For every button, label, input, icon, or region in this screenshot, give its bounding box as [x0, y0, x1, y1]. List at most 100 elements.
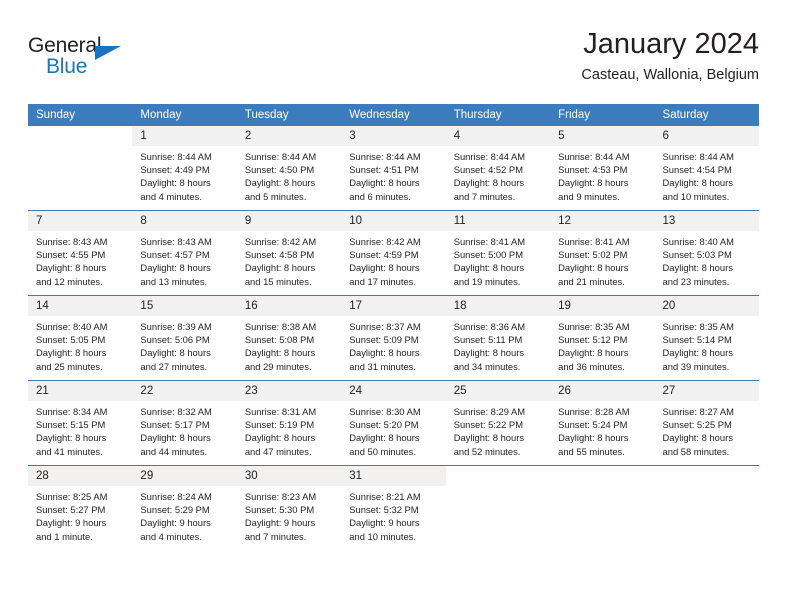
sunset-time: Sunset: 5:27 PM [36, 504, 106, 516]
page-header: General Blue January 2024 Casteau, Wallo… [28, 26, 759, 98]
day-details: Sunrise: 8:30 AM Sunset: 5:20 PM Daylight:… [341, 401, 445, 458]
daylight-duration-line1: Daylight: 8 hours [349, 432, 420, 444]
day-number: 5 [550, 126, 655, 146]
day-number: 24 [341, 381, 446, 401]
calendar-day-cell[interactable]: 22 Sunrise: 8:32 AM Sunset: 5:17 PM Dayligh… [132, 380, 237, 466]
sunrise-time: Sunrise: 8:38 AM [244, 321, 317, 332]
calendar-day-cell[interactable]: 6 Sunrise: 8:44 AM Sunset: 4:54 PM Daylight… [654, 126, 759, 211]
day-details: Sunrise: 8:31 AM Sunset: 5:19 PM Daylight:… [237, 401, 341, 458]
day-details: Sunrise: 8:37 AM Sunset: 5:09 PM Daylight:… [341, 316, 445, 373]
day-cell-body: 9 Sunrise: 8:42 AM Sunset: 4:58 PM Daylight… [236, 211, 342, 295]
daylight-duration-line2: and 27 minutes. [140, 360, 208, 372]
day-details: Sunrise: 8:39 AM Sunset: 5:06 PM Daylight:… [132, 316, 236, 373]
calendar-day-cell[interactable]: 16 Sunrise: 8:38 AM Sunset: 5:08 PM Dayligh… [236, 295, 342, 381]
sunset-time: Sunset: 4:53 PM [558, 164, 628, 176]
day-number [654, 466, 759, 486]
sunset-time: Sunset: 5:02 PM [558, 249, 628, 261]
calendar-day-cell[interactable]: 7 Sunrise: 8:43 AM Sunset: 4:55 PM Daylight… [28, 210, 133, 296]
daylight-duration-line2: and 5 minutes. [244, 190, 307, 202]
day-cell-body: 26 Sunrise: 8:28 AM Sunset: 5:24 PM Dayligh… [550, 381, 655, 465]
day-details: Sunrise: 8:42 AM Sunset: 4:59 PM Daylight:… [341, 231, 445, 288]
calendar-day-cell[interactable]: 23 Sunrise: 8:31 AM Sunset: 5:19 PM Dayligh… [236, 380, 342, 466]
calendar-day-cell[interactable]: 30 Sunrise: 8:23 AM Sunset: 5:30 PM Dayligh… [236, 465, 342, 550]
sunset-time: Sunset: 5:06 PM [140, 334, 210, 346]
daylight-duration-line1: Daylight: 8 hours [140, 432, 211, 444]
page-title: January 2024 [583, 28, 759, 60]
day-number: 28 [28, 466, 133, 486]
calendar-day-cell[interactable]: 15 Sunrise: 8:39 AM Sunset: 5:06 PM Dayligh… [132, 295, 237, 381]
daylight-duration-line1: Daylight: 8 hours [349, 347, 420, 359]
calendar-day-cell[interactable]: 26 Sunrise: 8:28 AM Sunset: 5:24 PM Dayligh… [550, 380, 655, 466]
sunset-time: Sunset: 5:20 PM [349, 419, 419, 431]
logo-text-blue: Blue [46, 55, 88, 78]
day-number: 1 [132, 126, 237, 146]
sunrise-time: Sunrise: 8:40 AM [36, 321, 108, 332]
day-details: Sunrise: 8:42 AM Sunset: 4:58 PM Daylight:… [237, 231, 341, 288]
sunrise-time: Sunrise: 8:44 AM [244, 151, 317, 162]
daylight-duration-line1: Daylight: 8 hours [244, 347, 316, 359]
calendar-day-cell[interactable]: 4 Sunrise: 8:44 AM Sunset: 4:52 PM Daylight… [445, 126, 551, 211]
daylight-duration-line2: and 52 minutes. [453, 445, 521, 457]
calendar-day-cell[interactable]: 19 Sunrise: 8:35 AM Sunset: 5:12 PM Dayligh… [550, 295, 655, 381]
calendar-day-cell[interactable]: 18 Sunrise: 8:36 AM Sunset: 5:11 PM Dayligh… [445, 295, 551, 381]
day-cell-body: 23 Sunrise: 8:31 AM Sunset: 5:19 PM Dayligh… [236, 381, 342, 465]
day-cell-body: 20 Sunrise: 8:35 AM Sunset: 5:14 PM Dayligh… [654, 296, 759, 380]
calendar-day-cell[interactable]: 13 Sunrise: 8:40 AM Sunset: 5:03 PM Dayligh… [654, 210, 759, 296]
sunrise-time: Sunrise: 8:44 AM [662, 151, 734, 162]
calendar-day-cell[interactable]: 25 Sunrise: 8:29 AM Sunset: 5:22 PM Dayligh… [445, 380, 551, 466]
general-blue-logo[interactable]: General Blue [28, 34, 158, 86]
calendar-week-row: 21 Sunrise: 8:34 AM Sunset: 5:15 PM Dayligh… [28, 380, 759, 466]
day-details: Sunrise: 8:28 AM Sunset: 5:24 PM Daylight:… [550, 401, 654, 458]
sunrise-time: Sunrise: 8:44 AM [349, 151, 421, 162]
sunrise-time: Sunrise: 8:44 AM [453, 151, 526, 162]
calendar-grid: Sunday Monday Tuesday Wednesday Thursday… [28, 104, 759, 550]
daylight-duration-line2: and 25 minutes. [36, 360, 103, 372]
calendar-day-cell[interactable]: 11 Sunrise: 8:41 AM Sunset: 5:00 PM Dayligh… [445, 210, 551, 296]
day-cell-body: 2 Sunrise: 8:44 AM Sunset: 4:50 PM Daylight… [236, 126, 342, 210]
day-cell-body: 6 Sunrise: 8:44 AM Sunset: 4:54 PM Daylight… [654, 126, 759, 210]
calendar-day-cell[interactable]: 3 Sunrise: 8:44 AM Sunset: 4:51 PM Daylight… [341, 126, 446, 211]
sunrise-time: Sunrise: 8:31 AM [244, 406, 317, 417]
day-details: Sunrise: 8:44 AM Sunset: 4:53 PM Daylight:… [550, 146, 654, 203]
day-cell-body: 13 Sunrise: 8:40 AM Sunset: 5:03 PM Dayligh… [654, 211, 759, 295]
calendar-day-cell[interactable]: 31 Sunrise: 8:21 AM Sunset: 5:32 PM Dayligh… [341, 465, 446, 550]
day-cell-body: 29 Sunrise: 8:24 AM Sunset: 5:29 PM Dayligh… [132, 466, 237, 550]
sunset-time: Sunset: 5:19 PM [244, 419, 315, 431]
day-number: 26 [550, 381, 655, 401]
calendar-day-cell[interactable]: 17 Sunrise: 8:37 AM Sunset: 5:09 PM Dayligh… [341, 295, 446, 381]
sunrise-time: Sunrise: 8:41 AM [453, 236, 526, 247]
day-details: Sunrise: 8:34 AM Sunset: 5:15 PM Daylight:… [28, 401, 132, 458]
calendar-day-cell[interactable]: 14 Sunrise: 8:40 AM Sunset: 5:05 PM Dayligh… [28, 295, 133, 381]
calendar-day-cell[interactable]: 12 Sunrise: 8:41 AM Sunset: 5:02 PM Dayligh… [550, 210, 655, 296]
calendar-day-cell[interactable]: 8 Sunrise: 8:43 AM Sunset: 4:57 PM Daylight… [132, 210, 237, 296]
day-details: Sunrise: 8:40 AM Sunset: 5:03 PM Daylight:… [655, 231, 759, 288]
calendar-day-cell[interactable]: 27 Sunrise: 8:27 AM Sunset: 5:25 PM Dayligh… [654, 380, 759, 466]
daylight-duration-line1: Daylight: 8 hours [244, 177, 316, 189]
daylight-duration-line1: Daylight: 8 hours [662, 262, 733, 274]
daylight-duration-line1: Daylight: 8 hours [244, 262, 316, 274]
day-cell-body: 15 Sunrise: 8:39 AM Sunset: 5:06 PM Dayligh… [132, 296, 237, 380]
calendar-day-cell[interactable]: 1 Sunrise: 8:44 AM Sunset: 4:49 PM Daylight… [132, 126, 237, 211]
day-number: 8 [132, 211, 237, 231]
day-number: 20 [654, 296, 759, 316]
day-details: Sunrise: 8:44 AM Sunset: 4:50 PM Daylight:… [237, 146, 341, 203]
calendar-day-cell[interactable]: 21 Sunrise: 8:34 AM Sunset: 5:15 PM Dayligh… [28, 380, 133, 466]
sunset-time: Sunset: 5:25 PM [662, 419, 732, 431]
daylight-duration-line1: Daylight: 8 hours [36, 262, 107, 274]
daylight-duration-line2: and 12 minutes. [36, 275, 103, 287]
calendar-day-cell[interactable]: 2 Sunrise: 8:44 AM Sunset: 4:50 PM Daylight… [236, 126, 342, 211]
weekday-header-tuesday: Tuesday [236, 104, 342, 126]
day-cell-body: 1 Sunrise: 8:44 AM Sunset: 4:49 PM Daylight… [132, 126, 237, 210]
day-cell-body: 7 Sunrise: 8:43 AM Sunset: 4:55 PM Daylight… [28, 211, 133, 295]
calendar-day-cell[interactable]: 24 Sunrise: 8:30 AM Sunset: 5:20 PM Dayligh… [341, 380, 446, 466]
calendar-day-cell[interactable]: 10 Sunrise: 8:42 AM Sunset: 4:59 PM Dayligh… [341, 210, 446, 296]
calendar-day-cell[interactable]: 28 Sunrise: 8:25 AM Sunset: 5:27 PM Dayligh… [28, 465, 133, 550]
calendar-day-cell[interactable]: 20 Sunrise: 8:35 AM Sunset: 5:14 PM Dayligh… [654, 295, 759, 381]
day-cell-body: 30 Sunrise: 8:23 AM Sunset: 5:30 PM Dayligh… [236, 466, 342, 550]
day-details: Sunrise: 8:32 AM Sunset: 5:17 PM Daylight:… [132, 401, 236, 458]
sunrise-time: Sunrise: 8:27 AM [662, 406, 734, 417]
calendar-day-cell[interactable]: 5 Sunrise: 8:44 AM Sunset: 4:53 PM Daylight… [550, 126, 655, 211]
calendar-day-cell[interactable]: 29 Sunrise: 8:24 AM Sunset: 5:29 PM Dayligh… [132, 465, 237, 550]
calendar-day-cell[interactable]: 9 Sunrise: 8:42 AM Sunset: 4:58 PM Daylight… [236, 210, 342, 296]
day-cell-body [550, 466, 655, 550]
